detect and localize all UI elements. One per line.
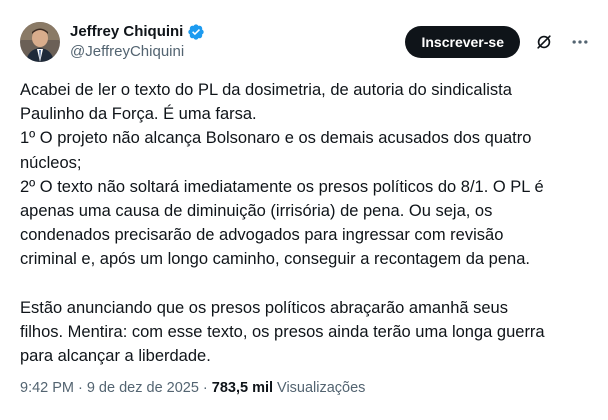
grok-icon[interactable] [532,30,556,54]
tweet-text: Acabei de ler o texto do PL da dosimetri… [20,81,545,366]
subscribe-button[interactable]: Inscrever-se [405,26,520,58]
views-count: 783,5 mil [211,380,274,396]
avatar[interactable] [20,22,60,62]
views-label: Visualizações [277,380,366,396]
tweet-date[interactable]: 9 de dez de 2025 [87,380,199,396]
tweet-header: Jeffrey Chiquini @JeffreyChiquini Inscre… [20,20,592,64]
tweet-meta: 9:42 PM · 9 de dez de 2025 · 783,5 mil V… [20,380,365,396]
more-icon[interactable] [568,30,592,54]
meta-separator: · [202,380,208,396]
header-actions: Inscrever-se [405,26,592,58]
user-handle[interactable]: @JeffreyChiquini [70,42,205,62]
display-name[interactable]: Jeffrey Chiquini [70,22,183,42]
tweet-card: Jeffrey Chiquini @JeffreyChiquini Inscre… [0,0,608,420]
meta-separator: · [78,380,83,396]
verified-badge-icon [187,23,205,41]
user-info: Jeffrey Chiquini @JeffreyChiquini [70,22,205,62]
tweet-time[interactable]: 9:42 PM [20,380,74,396]
